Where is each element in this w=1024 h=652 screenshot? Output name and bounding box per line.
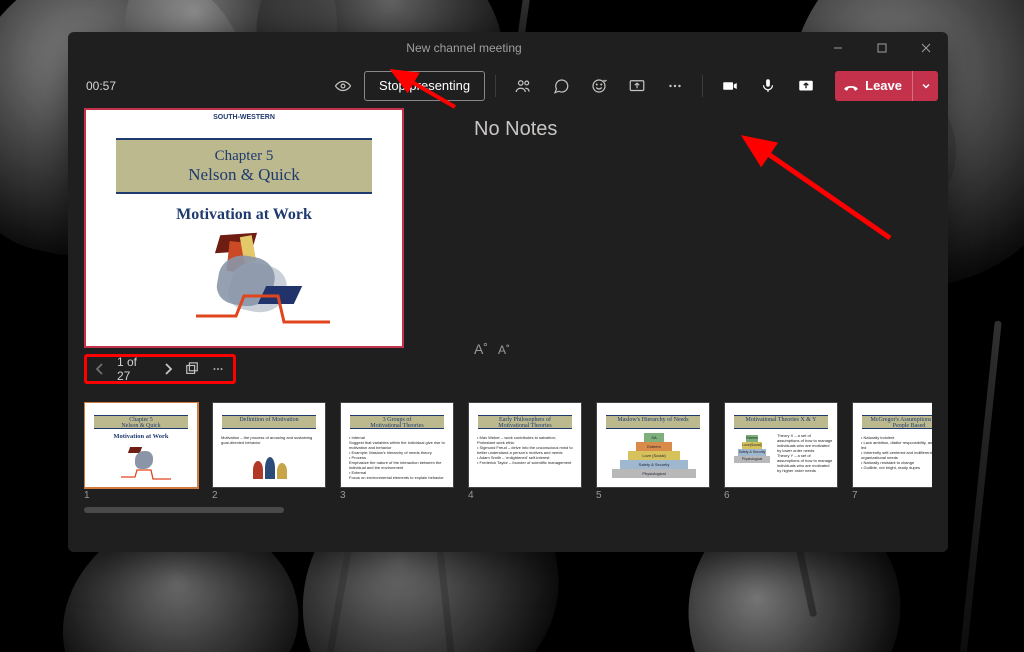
slide-thumbnail[interactable]: 3 Groups ofMotivational Theories• Intern… — [340, 402, 454, 501]
slide-thumbnail[interactable]: Motivational Theories X & YTheory X – a … — [724, 402, 838, 501]
slide-thumbnail[interactable]: McGregor's Assumptions About People Base… — [852, 402, 932, 501]
slide-thumbnail[interactable]: Early Philosophers ofMotivational Theori… — [468, 402, 582, 501]
slide-art — [206, 228, 336, 328]
thumbnail-number: 1 — [84, 490, 198, 501]
hangup-icon — [843, 78, 859, 94]
more-icon[interactable] — [658, 70, 692, 102]
notes-panel: No Notes A˚ A˚ — [424, 108, 932, 384]
share-tray-icon[interactable] — [620, 70, 654, 102]
nav-more-icon[interactable] — [211, 362, 225, 376]
title-bar: New channel meeting — [68, 32, 948, 64]
reactions-icon[interactable] — [582, 70, 616, 102]
slide-thumbnail[interactable]: Chapter 5Nelson & QuickMotivation at Wor… — [84, 402, 198, 501]
maximize-button[interactable] — [860, 32, 904, 64]
leave-options-caret[interactable] — [912, 71, 938, 101]
mic-icon[interactable] — [751, 70, 785, 102]
slide-thumbnail[interactable]: Maslow's Hierarchy of NeedsSAEsteemLove … — [596, 402, 710, 501]
minimize-button[interactable] — [816, 32, 860, 64]
thumbnail-number: 4 — [468, 490, 582, 501]
leave-label: Leave — [865, 78, 902, 93]
thumbnail-scrollbar[interactable] — [84, 507, 284, 513]
toolbar-divider — [495, 75, 496, 97]
notes-label: No Notes — [474, 118, 932, 141]
slide-nav: 1 of 27 — [84, 354, 236, 384]
thumbnail-number: 6 — [724, 490, 838, 501]
font-increase-button[interactable]: A˚ — [474, 341, 488, 357]
prev-slide-button[interactable] — [95, 363, 105, 375]
meeting-toolbar: 00:57 Stop presenting — [68, 64, 948, 108]
current-slide[interactable]: SOUTH-WESTERN Chapter 5 Nelson & Quick M… — [84, 108, 404, 348]
font-decrease-button[interactable]: A˚ — [498, 343, 510, 357]
thumbnail-strip[interactable]: Chapter 5Nelson & QuickMotivation at Wor… — [84, 402, 932, 505]
close-button[interactable] — [904, 32, 948, 64]
slide-title: Motivation at Work — [86, 206, 402, 224]
stop-presenting-button[interactable]: Stop presenting — [364, 71, 485, 101]
camera-icon[interactable] — [713, 70, 747, 102]
thumbnail-number: 7 — [852, 490, 932, 501]
notes-font-controls: A˚ A˚ — [474, 341, 932, 357]
slide-thumbnail[interactable]: Definition of MotivationMotivation – the… — [212, 402, 326, 501]
slide-banner: Chapter 5 Nelson & Quick — [116, 138, 372, 194]
thumbnail-number: 5 — [596, 490, 710, 501]
slide-logo: SOUTH-WESTERN — [213, 114, 275, 121]
leave-button[interactable]: Leave — [835, 71, 938, 101]
chat-icon[interactable] — [544, 70, 578, 102]
people-icon[interactable] — [506, 70, 540, 102]
meeting-window: New channel meeting 00:57 Stop presentin… — [68, 32, 948, 552]
share-icon[interactable] — [789, 70, 823, 102]
meeting-timer: 00:57 — [78, 79, 124, 93]
popout-icon[interactable] — [185, 362, 199, 376]
thumbnail-number: 3 — [340, 490, 454, 501]
toolbar-divider — [702, 75, 703, 97]
thumbnail-number: 2 — [212, 490, 326, 501]
next-slide-button[interactable] — [163, 363, 173, 375]
slide-counter: 1 of 27 — [117, 355, 151, 383]
window-title: New channel meeting — [112, 41, 816, 55]
visibility-icon[interactable] — [326, 70, 360, 102]
